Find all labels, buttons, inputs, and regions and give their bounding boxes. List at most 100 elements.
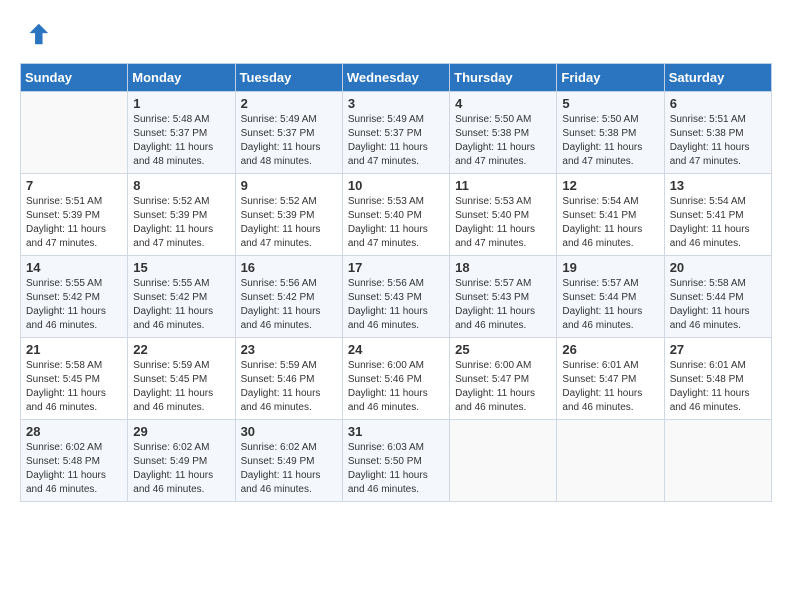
day-content: Sunrise: 5:52 AM Sunset: 5:39 PM Dayligh… xyxy=(241,195,337,251)
day-content: Sunrise: 5:58 AM Sunset: 5:44 PM Dayligh… xyxy=(670,277,766,333)
page-header xyxy=(20,20,772,53)
day-number: 26 xyxy=(562,342,658,357)
calendar-cell: 10 Sunrise: 5:53 AM Sunset: 5:40 PM Dayli… xyxy=(342,174,449,256)
day-content: Sunrise: 6:02 AM Sunset: 5:49 PM Dayligh… xyxy=(133,441,229,497)
day-content: Sunrise: 5:52 AM Sunset: 5:39 PM Dayligh… xyxy=(133,195,229,251)
day-content: Sunrise: 5:54 AM Sunset: 5:41 PM Dayligh… xyxy=(562,195,658,251)
day-content: Sunrise: 5:53 AM Sunset: 5:40 PM Dayligh… xyxy=(455,195,551,251)
week-row-1: 1Sunrise: 5:48 AM Sunset: 5:37 PM Daylig… xyxy=(21,92,772,174)
calendar-cell: 18Sunrise: 5:57 AM Sunset: 5:43 PM Dayli… xyxy=(450,256,557,338)
day-content: Sunrise: 5:56 AM Sunset: 5:42 PM Dayligh… xyxy=(241,277,337,333)
calendar-cell: 6Sunrise: 5:51 AM Sunset: 5:38 PM Daylig… xyxy=(664,92,771,174)
day-content: Sunrise: 5:55 AM Sunset: 5:42 PM Dayligh… xyxy=(26,277,122,333)
calendar-cell: 31 Sunrise: 6:03 AM Sunset: 5:50 PM Dayli… xyxy=(342,420,449,502)
day-content: Sunrise: 5:50 AM Sunset: 5:38 PM Dayligh… xyxy=(562,113,658,169)
day-content: Sunrise: 5:50 AM Sunset: 5:38 PM Dayligh… xyxy=(455,113,551,169)
calendar-cell: 28 Sunrise: 6:02 AM Sunset: 5:48 PM Dayli… xyxy=(21,420,128,502)
day-number: 24 xyxy=(348,342,444,357)
day-content: Sunrise: 5:57 AM Sunset: 5:44 PM Dayligh… xyxy=(562,277,658,333)
day-content: Sunrise: 5:57 AM Sunset: 5:43 PM Dayligh… xyxy=(455,277,551,333)
day-content: Sunrise: 5:58 AM Sunset: 5:45 PM Dayligh… xyxy=(26,359,122,415)
calendar-cell: 9 Sunrise: 5:52 AM Sunset: 5:39 PM Daylig… xyxy=(235,174,342,256)
day-content: Sunrise: 5:49 AM Sunset: 5:37 PM Dayligh… xyxy=(241,113,337,169)
weekday-header-friday: Friday xyxy=(557,64,664,92)
day-number: 4 xyxy=(455,96,551,111)
calendar-cell: 19 Sunrise: 5:57 AM Sunset: 5:44 PM Dayli… xyxy=(557,256,664,338)
day-content: Sunrise: 5:51 AM Sunset: 5:39 PM Dayligh… xyxy=(26,195,122,251)
day-number: 15 xyxy=(133,260,229,275)
logo-icon xyxy=(22,20,50,48)
day-number: 8 xyxy=(133,178,229,193)
week-row-5: 28 Sunrise: 6:02 AM Sunset: 5:48 PM Dayli… xyxy=(21,420,772,502)
calendar-cell: 1Sunrise: 5:48 AM Sunset: 5:37 PM Daylig… xyxy=(128,92,235,174)
calendar-header: SundayMondayTuesdayWednesdayThursdayFrid… xyxy=(21,64,772,92)
week-row-4: 21Sunrise: 5:58 AM Sunset: 5:45 PM Dayli… xyxy=(21,338,772,420)
calendar-cell: 3Sunrise: 5:49 AM Sunset: 5:37 PM Daylig… xyxy=(342,92,449,174)
day-content: Sunrise: 5:54 AM Sunset: 5:41 PM Dayligh… xyxy=(670,195,766,251)
calendar-cell: 14 Sunrise: 5:55 AM Sunset: 5:42 PM Dayli… xyxy=(21,256,128,338)
calendar-cell xyxy=(450,420,557,502)
day-number: 23 xyxy=(241,342,337,357)
calendar-cell: 15 Sunrise: 5:55 AM Sunset: 5:42 PM Dayli… xyxy=(128,256,235,338)
day-content: Sunrise: 5:56 AM Sunset: 5:43 PM Dayligh… xyxy=(348,277,444,333)
day-content: Sunrise: 5:55 AM Sunset: 5:42 PM Dayligh… xyxy=(133,277,229,333)
calendar-cell: 25 Sunrise: 6:00 AM Sunset: 5:47 PM Dayli… xyxy=(450,338,557,420)
day-content: Sunrise: 6:01 AM Sunset: 5:47 PM Dayligh… xyxy=(562,359,658,415)
calendar-cell: 12Sunrise: 5:54 AM Sunset: 5:41 PM Dayli… xyxy=(557,174,664,256)
calendar-cell: 29Sunrise: 6:02 AM Sunset: 5:49 PM Dayli… xyxy=(128,420,235,502)
weekday-header-sunday: Sunday xyxy=(21,64,128,92)
week-row-3: 14 Sunrise: 5:55 AM Sunset: 5:42 PM Dayli… xyxy=(21,256,772,338)
day-content: Sunrise: 5:59 AM Sunset: 5:45 PM Dayligh… xyxy=(133,359,229,415)
day-content: Sunrise: 5:48 AM Sunset: 5:37 PM Dayligh… xyxy=(133,113,229,169)
day-number: 2 xyxy=(241,96,337,111)
calendar-cell: 30Sunrise: 6:02 AM Sunset: 5:49 PM Dayli… xyxy=(235,420,342,502)
weekday-header-wednesday: Wednesday xyxy=(342,64,449,92)
day-number: 14 xyxy=(26,260,122,275)
day-number: 22 xyxy=(133,342,229,357)
calendar-body: 1Sunrise: 5:48 AM Sunset: 5:37 PM Daylig… xyxy=(21,92,772,502)
day-number: 5 xyxy=(562,96,658,111)
day-content: Sunrise: 5:49 AM Sunset: 5:37 PM Dayligh… xyxy=(348,113,444,169)
day-number: 7 xyxy=(26,178,122,193)
calendar-cell: 27 Sunrise: 6:01 AM Sunset: 5:48 PM Dayli… xyxy=(664,338,771,420)
day-number: 28 xyxy=(26,424,122,439)
calendar-cell: 20Sunrise: 5:58 AM Sunset: 5:44 PM Dayli… xyxy=(664,256,771,338)
calendar-cell: 16 Sunrise: 5:56 AM Sunset: 5:42 PM Dayli… xyxy=(235,256,342,338)
weekday-row: SundayMondayTuesdayWednesdayThursdayFrid… xyxy=(21,64,772,92)
day-content: Sunrise: 5:53 AM Sunset: 5:40 PM Dayligh… xyxy=(348,195,444,251)
calendar-cell xyxy=(557,420,664,502)
day-number: 11 xyxy=(455,178,551,193)
calendar-cell: 22 Sunrise: 5:59 AM Sunset: 5:45 PM Dayli… xyxy=(128,338,235,420)
day-content: Sunrise: 6:01 AM Sunset: 5:48 PM Dayligh… xyxy=(670,359,766,415)
calendar-cell: 8 Sunrise: 5:52 AM Sunset: 5:39 PM Daylig… xyxy=(128,174,235,256)
day-number: 16 xyxy=(241,260,337,275)
day-number: 25 xyxy=(455,342,551,357)
day-content: Sunrise: 6:00 AM Sunset: 5:46 PM Dayligh… xyxy=(348,359,444,415)
calendar-cell: 4 Sunrise: 5:50 AM Sunset: 5:38 PM Daylig… xyxy=(450,92,557,174)
day-number: 31 xyxy=(348,424,444,439)
day-number: 13 xyxy=(670,178,766,193)
day-number: 27 xyxy=(670,342,766,357)
weekday-header-monday: Monday xyxy=(128,64,235,92)
calendar-cell: 5 Sunrise: 5:50 AM Sunset: 5:38 PM Daylig… xyxy=(557,92,664,174)
day-number: 9 xyxy=(241,178,337,193)
calendar-cell: 17 Sunrise: 5:56 AM Sunset: 5:43 PM Dayli… xyxy=(342,256,449,338)
day-content: Sunrise: 6:03 AM Sunset: 5:50 PM Dayligh… xyxy=(348,441,444,497)
calendar-cell xyxy=(664,420,771,502)
day-content: Sunrise: 6:02 AM Sunset: 5:48 PM Dayligh… xyxy=(26,441,122,497)
calendar-cell xyxy=(21,92,128,174)
day-number: 10 xyxy=(348,178,444,193)
day-content: Sunrise: 5:59 AM Sunset: 5:46 PM Dayligh… xyxy=(241,359,337,415)
calendar-cell: 2 Sunrise: 5:49 AM Sunset: 5:37 PM Daylig… xyxy=(235,92,342,174)
weekday-header-tuesday: Tuesday xyxy=(235,64,342,92)
logo xyxy=(20,20,50,53)
calendar-cell: 23 Sunrise: 5:59 AM Sunset: 5:46 PM Dayli… xyxy=(235,338,342,420)
calendar-cell: 21Sunrise: 5:58 AM Sunset: 5:45 PM Dayli… xyxy=(21,338,128,420)
day-number: 19 xyxy=(562,260,658,275)
weekday-header-saturday: Saturday xyxy=(664,64,771,92)
day-number: 6 xyxy=(670,96,766,111)
day-content: Sunrise: 6:00 AM Sunset: 5:47 PM Dayligh… xyxy=(455,359,551,415)
day-number: 17 xyxy=(348,260,444,275)
day-content: Sunrise: 6:02 AM Sunset: 5:49 PM Dayligh… xyxy=(241,441,337,497)
calendar-cell: 26 Sunrise: 6:01 AM Sunset: 5:47 PM Dayli… xyxy=(557,338,664,420)
